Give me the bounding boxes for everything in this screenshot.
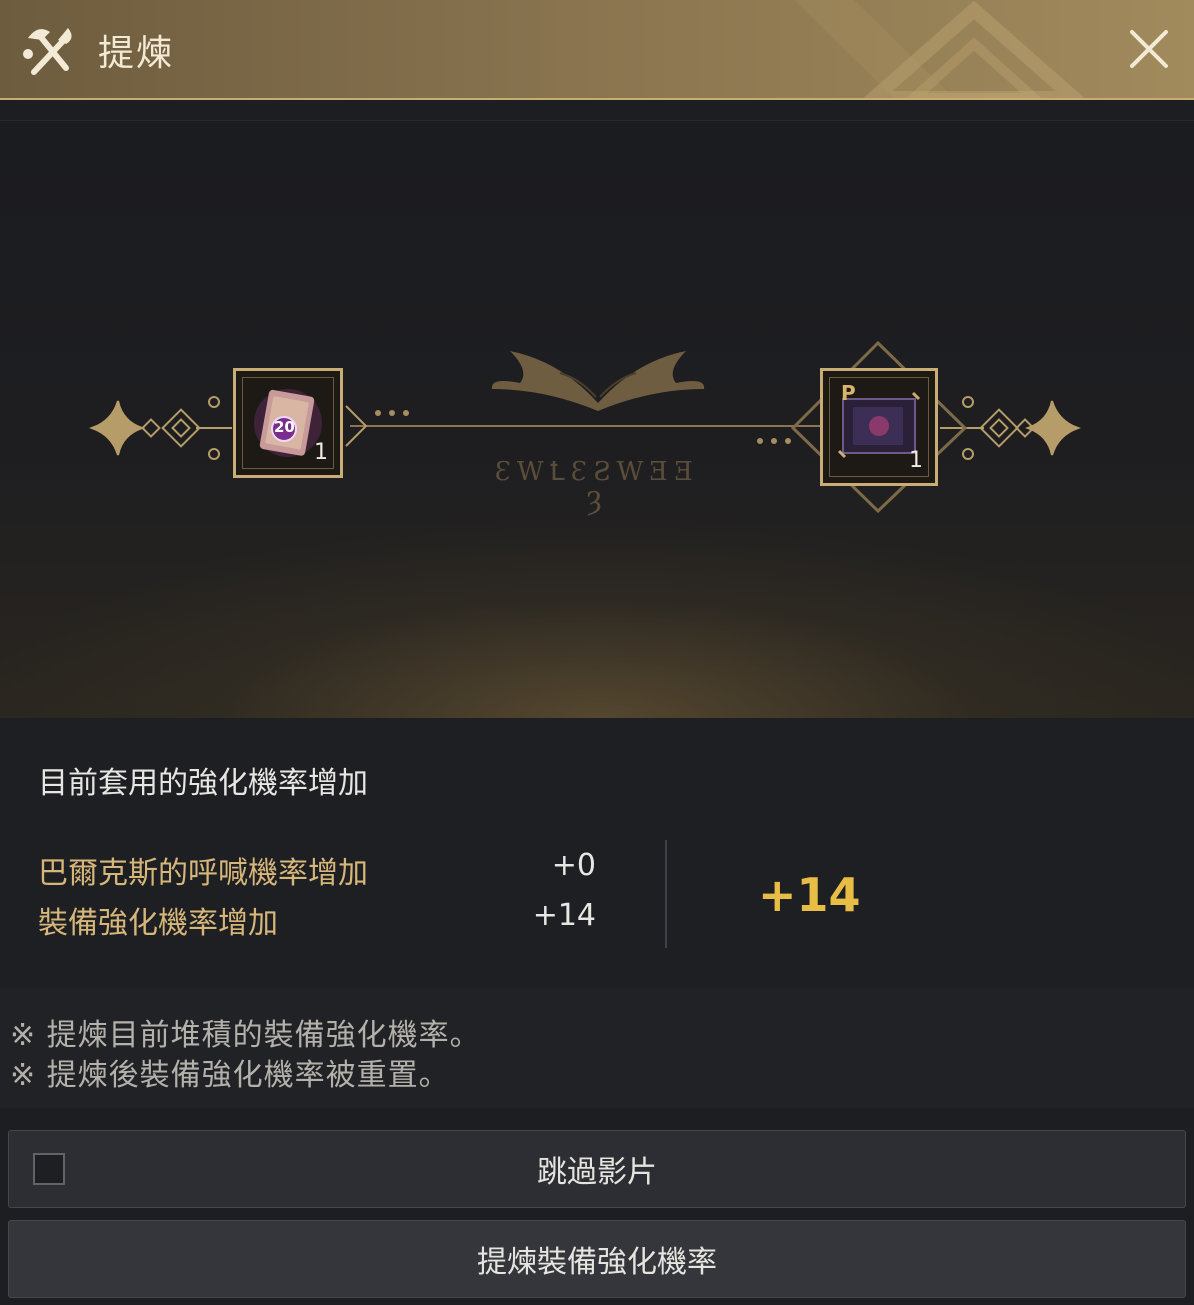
stat-value-valks-cry: +0	[551, 848, 596, 883]
stage-ornament	[88, 340, 1082, 514]
source-item-slot[interactable]: 20 1	[233, 368, 343, 478]
source-item-badge: 20	[274, 418, 295, 436]
title-bar-decoration	[794, 0, 1085, 98]
stat-label-enhance-rate: 裝備強化機率增加	[38, 906, 278, 941]
refine-button[interactable]: 提煉裝備強化機率	[8, 1220, 1186, 1298]
window-title: 提煉	[98, 33, 175, 74]
result-item-badge: P	[841, 381, 856, 405]
skip-video-checkbox[interactable]	[33, 1153, 65, 1185]
left-ornament	[88, 396, 232, 460]
skip-video-toggle[interactable]: 跳過影片	[8, 1130, 1186, 1208]
result-item-slot[interactable]: P 1	[820, 368, 938, 486]
title-bar: 提煉	[0, 0, 1194, 100]
rune-inscription: ƐWꝈƐƧWƎƎ Ȝ	[494, 457, 700, 517]
refine-tools-icon	[23, 28, 72, 75]
info-heading: 目前套用的強化機率增加	[38, 766, 368, 801]
note-line: ※ 提煉目前堆積的裝備強化機率。	[10, 1018, 481, 1053]
stat-label-valks-cry: 巴爾克斯的呼喊機率增加	[38, 856, 368, 891]
result-item-count: 1	[909, 448, 923, 473]
probability-info: 目前套用的強化機率增加 巴爾克斯的呼喊機率增加 +0 裝備強化機率增加 +14 …	[0, 718, 1194, 988]
source-item-count: 1	[314, 440, 328, 465]
open-book-icon	[491, 351, 705, 411]
total-bonus-value: +14	[758, 868, 861, 922]
notes-section: ※ 提煉目前堆積的裝備強化機率。 ※ 提煉後裝備強化機率被重置。	[0, 988, 1194, 1108]
stat-value-enhance-rate: +14	[532, 898, 596, 933]
right-ornament	[940, 396, 1082, 460]
refine-stage: ƐWꝈƐƧWƎƎ Ȝ 20 1 P 1	[0, 120, 1194, 720]
note-line: ※ 提煉後裝備強化機率被重置。	[10, 1058, 450, 1093]
skip-video-label: 跳過影片	[537, 1155, 657, 1190]
close-icon[interactable]	[1126, 26, 1172, 72]
refine-button-label: 提煉裝備強化機率	[477, 1245, 717, 1280]
stat-divider	[665, 840, 667, 948]
